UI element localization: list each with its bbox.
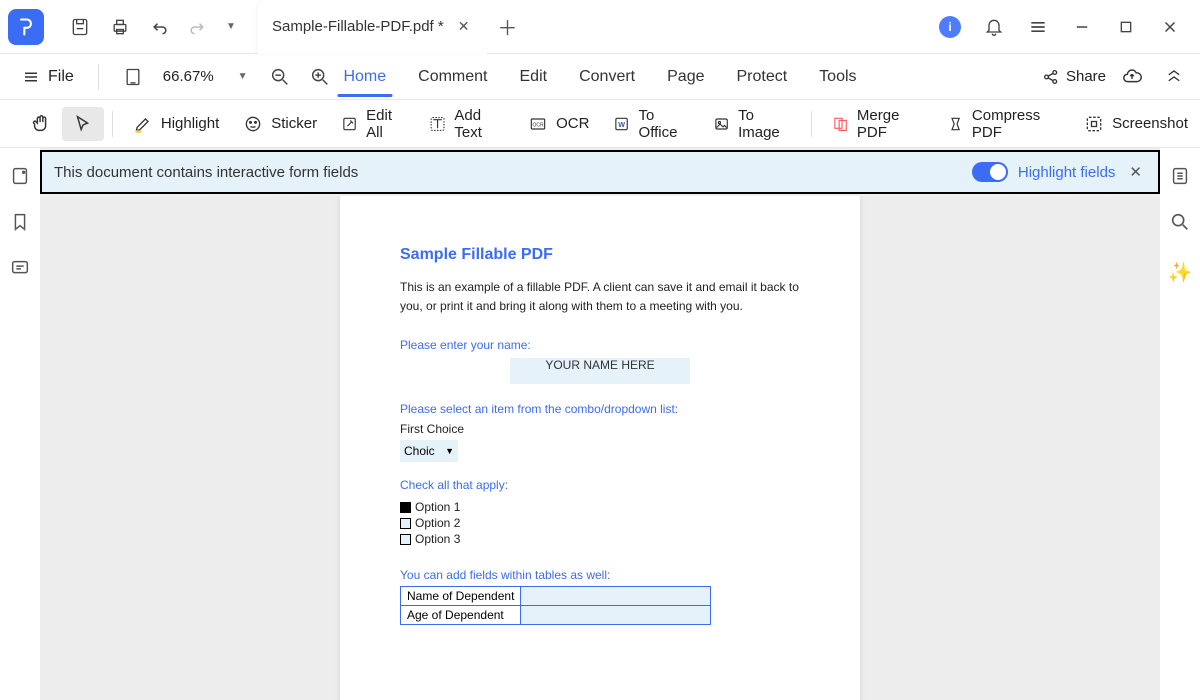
titlebar: ▼ Sample-Fillable-PDF.pdf * ✕ ＋ i [0, 0, 1200, 54]
doc-heading: Sample Fillable PDF [400, 246, 800, 264]
notification-badge[interactable]: i [928, 5, 972, 49]
bookmarks-panel-icon[interactable] [6, 208, 34, 236]
ai-sparkle-icon[interactable]: ✨ [1166, 258, 1194, 286]
tab-home[interactable]: Home [327, 58, 402, 96]
window-maximize-button[interactable] [1104, 5, 1148, 49]
new-tab-button[interactable]: ＋ [487, 12, 527, 41]
share-button[interactable]: Share [1042, 68, 1106, 86]
qat-dropdown-icon[interactable]: ▼ [214, 7, 248, 47]
tab-tools[interactable]: Tools [803, 58, 872, 96]
cloud-upload-icon[interactable] [1116, 61, 1148, 93]
tab-edit[interactable]: Edit [504, 58, 564, 96]
ocr-button[interactable]: OCR OCR [516, 108, 601, 140]
form-fields-banner: This document contains interactive form … [40, 150, 1160, 194]
comments-panel-icon[interactable] [6, 254, 34, 282]
edit-all-button[interactable]: Edit All [329, 101, 417, 147]
sticker-tool-button[interactable]: Sticker [231, 108, 329, 140]
left-side-rail [0, 148, 40, 700]
checkbox-option-2[interactable] [400, 518, 411, 529]
zoom-dropdown-icon[interactable]: ▼ [228, 71, 256, 82]
add-text-button[interactable]: Add Text [417, 101, 516, 147]
tab-protect[interactable]: Protect [720, 58, 803, 96]
highlight-tool-button[interactable]: Highlight [121, 108, 231, 140]
to-image-button[interactable]: To Image [701, 101, 803, 147]
highlight-fields-toggle[interactable] [972, 162, 1008, 182]
main-tabs: Home Comment Edit Convert Page Protect T… [327, 58, 872, 96]
menu-icon[interactable] [1016, 5, 1060, 49]
file-label: File [48, 68, 74, 86]
tab-convert[interactable]: Convert [563, 58, 651, 96]
table-section-label: You can add fields within tables as well… [400, 568, 800, 582]
banner-message: This document contains interactive form … [54, 164, 358, 181]
collapse-ribbon-icon[interactable] [1158, 61, 1190, 93]
file-menu-button[interactable]: File [16, 64, 80, 90]
combo-select-field[interactable]: Choic ▼ [400, 440, 458, 462]
window-close-button[interactable] [1148, 5, 1192, 49]
print-icon[interactable] [100, 7, 140, 47]
checkbox-option-1[interactable] [400, 502, 411, 513]
bell-icon[interactable] [972, 5, 1016, 49]
table-row-label: Age of Dependent [401, 606, 521, 625]
tab-comment[interactable]: Comment [402, 58, 503, 96]
fit-page-icon[interactable] [117, 61, 149, 93]
hand-tool-button[interactable] [20, 107, 62, 141]
merge-pdf-button[interactable]: Merge PDF [820, 101, 935, 147]
dependents-table: Name of Dependent Age of Dependent [400, 586, 711, 625]
table-row-label: Name of Dependent [401, 587, 521, 606]
right-side-rail: ✨ [1160, 148, 1200, 700]
tab-page[interactable]: Page [651, 58, 720, 96]
screenshot-button[interactable]: Screenshot [1072, 108, 1200, 140]
select-tool-button[interactable] [62, 107, 104, 141]
document-tab[interactable]: Sample-Fillable-PDF.pdf * ✕ [258, 0, 487, 54]
svg-text:OCR: OCR [533, 122, 545, 128]
save-icon[interactable] [60, 7, 100, 47]
checkbox-option-3[interactable] [400, 534, 411, 545]
pdf-page: Sample Fillable PDF This is an example o… [340, 196, 860, 700]
chevron-down-icon: ▼ [445, 446, 454, 456]
tab-close-icon[interactable]: ✕ [454, 16, 474, 37]
name-field-label: Please enter your name: [400, 338, 800, 352]
checkbox-group-label: Check all that apply: [400, 478, 800, 492]
doc-description: This is an example of a fillable PDF. A … [400, 278, 800, 316]
tab-title: Sample-Fillable-PDF.pdf * [272, 18, 444, 35]
zoom-percentage: 66.67% [157, 68, 220, 85]
zoom-out-button[interactable] [264, 61, 296, 93]
svg-text:W: W [619, 120, 626, 128]
app-logo [8, 9, 44, 45]
combo-description: First Choice [400, 422, 800, 436]
undo-icon[interactable] [140, 7, 180, 47]
window-minimize-button[interactable] [1060, 5, 1104, 49]
dependent-age-field[interactable] [521, 606, 711, 625]
banner-close-icon[interactable]: ✕ [1125, 161, 1146, 183]
name-input-field[interactable]: YOUR NAME HERE [510, 358, 690, 384]
redo-icon[interactable] [180, 7, 214, 47]
compress-pdf-button[interactable]: Compress PDF [935, 101, 1072, 147]
menubar: File 66.67% ▼ Home Comment Edit Convert … [0, 54, 1200, 100]
search-icon[interactable] [1166, 208, 1194, 236]
combo-field-label: Please select an item from the combo/dro… [400, 402, 800, 416]
document-viewport[interactable]: Sample Fillable PDF This is an example o… [40, 196, 1160, 700]
home-toolbar: Highlight Sticker Edit All Add Text OCR … [0, 100, 1200, 148]
dependent-name-field[interactable] [521, 587, 711, 606]
to-office-button[interactable]: W To Office [601, 101, 701, 147]
share-label: Share [1066, 68, 1106, 85]
highlight-fields-label: Highlight fields [1018, 164, 1116, 181]
